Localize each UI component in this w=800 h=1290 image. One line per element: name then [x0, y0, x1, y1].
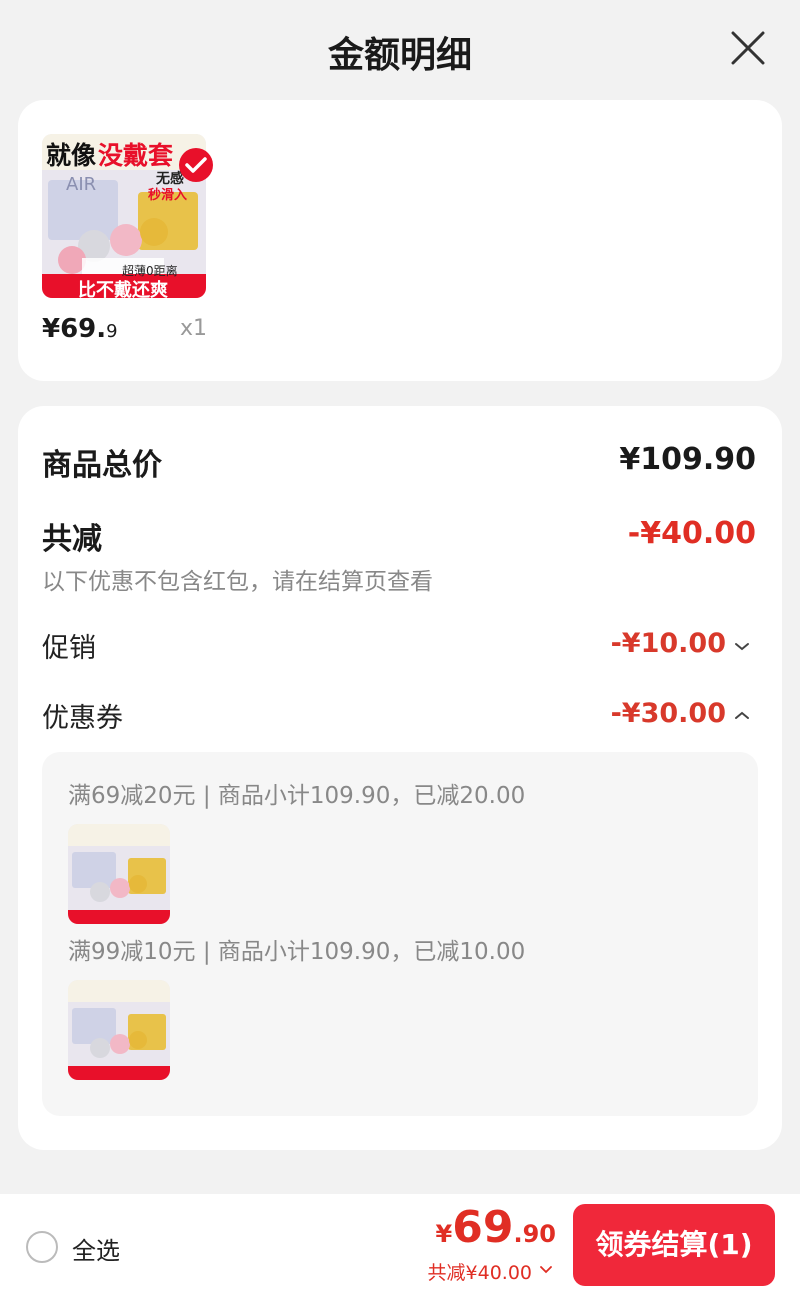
product-card: 就像 没戴套 AIR 无感 秒滑入 超薄0距离 比不戴还爽 ¥69.9 x1	[18, 100, 782, 381]
coupon-line-2: 满99减10元 | 商品小计109.90，已减10.00	[68, 939, 526, 965]
product-price-dec: 9	[106, 321, 118, 342]
discount-label: 共减	[42, 522, 102, 557]
coupon-label[interactable]: 优惠券	[42, 696, 123, 735]
footer-total: ¥69.90	[436, 1202, 556, 1253]
checkout-bar: 全选 ¥69.90 共减¥40.00 领券结算(1)	[0, 1194, 800, 1290]
coupon-value[interactable]: -¥30.00	[611, 698, 726, 729]
price-detail-card: 商品总价 ¥109.90 共减 -¥40.00 以下优惠不包含红包，请在结算页查…	[18, 406, 782, 1150]
discount-hint: 以下优惠不包含红包，请在结算页查看	[42, 569, 433, 595]
checkout-button[interactable]: 领券结算(1)	[573, 1204, 775, 1286]
promo-label[interactable]: 促销	[42, 626, 96, 665]
chevron-down-icon[interactable]	[540, 1266, 552, 1274]
total-int: 69	[452, 1202, 514, 1253]
total-symbol: ¥	[435, 1220, 453, 1248]
product-price: ¥69.9	[42, 314, 118, 344]
select-all-label[interactable]: 全选	[72, 1231, 120, 1266]
image-badge-2: 秒滑入	[148, 188, 188, 203]
total-label: 商品总价	[42, 448, 162, 483]
coupon-product-image-2[interactable]	[68, 980, 170, 1080]
product-price-int: ¥69.	[42, 314, 107, 344]
image-brand: AIR	[66, 174, 97, 195]
image-text-top-red: 没戴套	[98, 141, 174, 170]
image-text-bottom: 比不戴还爽	[78, 280, 168, 301]
promo-value[interactable]: -¥10.00	[611, 628, 726, 659]
total-dec: .90	[513, 1220, 556, 1248]
coupon-detail-box: 满69减20元 | 商品小计109.90，已减20.00 满99减10元 | 商…	[42, 752, 758, 1116]
page-title: 金额明细	[327, 35, 472, 76]
checkmark-badge-icon	[179, 148, 213, 182]
discount-value: -¥40.00	[627, 516, 756, 551]
product-qty: x1	[180, 316, 208, 341]
chevron-up-icon[interactable]	[734, 710, 750, 720]
saved-amount[interactable]: 共减¥40.00	[428, 1258, 532, 1285]
close-icon[interactable]	[730, 30, 766, 66]
select-all-radio[interactable]	[26, 1231, 58, 1263]
total-value: ¥109.90	[619, 442, 756, 477]
header: 金额明细	[0, 0, 800, 96]
image-text-top: 就像	[46, 141, 97, 170]
coupon-product-image-1[interactable]	[68, 824, 170, 924]
chevron-down-icon[interactable]	[734, 642, 750, 652]
coupon-line-1: 满69减20元 | 商品小计109.90，已减20.00	[68, 783, 526, 809]
